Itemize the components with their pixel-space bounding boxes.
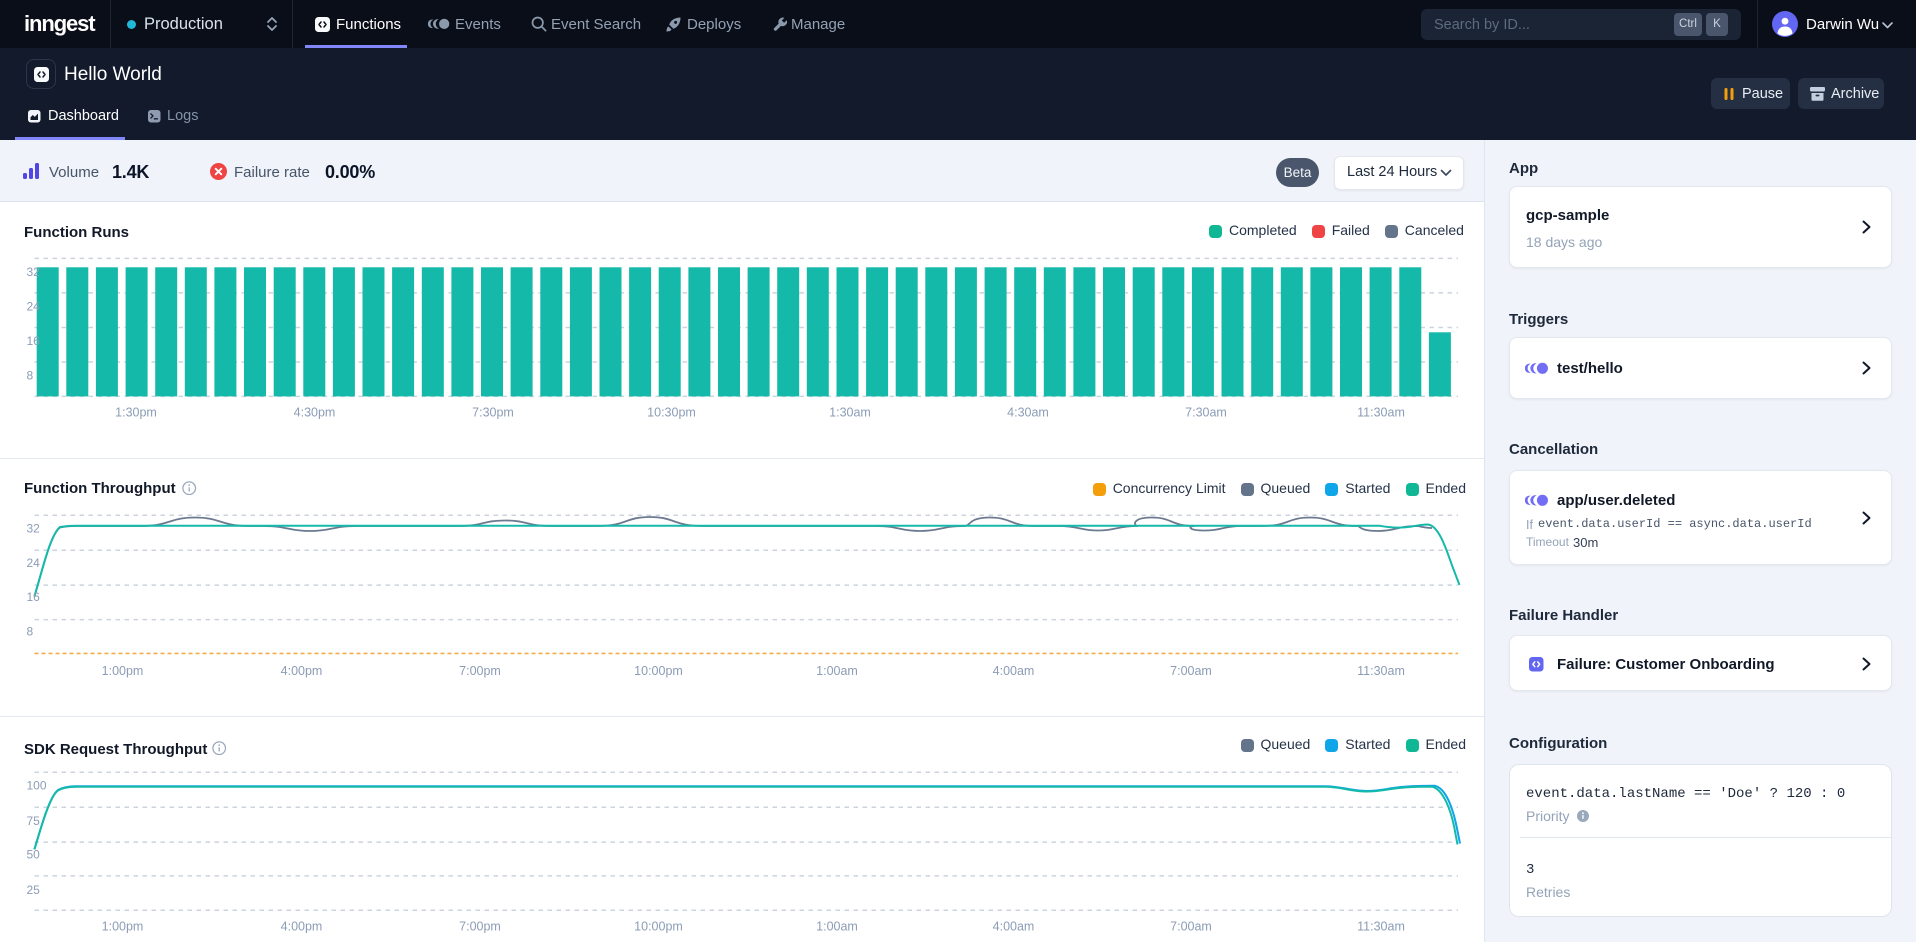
svg-text:7:30pm: 7:30pm [472, 406, 514, 420]
svg-text:7:00pm: 7:00pm [459, 920, 501, 934]
svg-text:25: 25 [27, 883, 41, 897]
svg-text:4:30pm: 4:30pm [294, 406, 336, 420]
svg-text:1:30pm: 1:30pm [115, 406, 157, 420]
svg-text:4:30am: 4:30am [1007, 406, 1049, 420]
svg-text:10:00pm: 10:00pm [634, 664, 683, 678]
svg-text:1:30am: 1:30am [829, 406, 871, 420]
svg-text:1:00am: 1:00am [816, 664, 858, 678]
svg-text:4:00pm: 4:00pm [281, 664, 323, 678]
svg-text:8: 8 [27, 369, 34, 383]
svg-text:8: 8 [27, 625, 34, 639]
svg-text:7:00pm: 7:00pm [459, 664, 501, 678]
svg-text:7:00am: 7:00am [1170, 920, 1212, 934]
svg-text:4:00pm: 4:00pm [281, 920, 323, 934]
svg-text:32: 32 [27, 521, 41, 535]
svg-text:1:00pm: 1:00pm [102, 664, 144, 678]
svg-text:4:00am: 4:00am [993, 664, 1035, 678]
svg-text:7:30am: 7:30am [1185, 406, 1227, 420]
svg-text:32: 32 [27, 265, 41, 279]
svg-text:24: 24 [27, 300, 41, 314]
svg-text:11:30am: 11:30am [1357, 920, 1405, 934]
svg-text:16: 16 [27, 334, 41, 348]
svg-text:10:00pm: 10:00pm [634, 920, 683, 934]
svg-text:4:00am: 4:00am [993, 920, 1035, 934]
svg-text:1:00am: 1:00am [816, 920, 858, 934]
svg-text:16: 16 [27, 590, 41, 604]
svg-text:11:30am: 11:30am [1357, 664, 1405, 678]
svg-text:24: 24 [27, 556, 41, 570]
svg-text:11:30am: 11:30am [1357, 406, 1405, 420]
svg-text:100: 100 [27, 778, 47, 792]
svg-text:1:00pm: 1:00pm [102, 920, 144, 934]
svg-text:75: 75 [27, 814, 41, 828]
svg-text:10:30pm: 10:30pm [647, 406, 696, 420]
svg-text:7:00am: 7:00am [1170, 664, 1212, 678]
svg-text:50: 50 [27, 848, 41, 862]
